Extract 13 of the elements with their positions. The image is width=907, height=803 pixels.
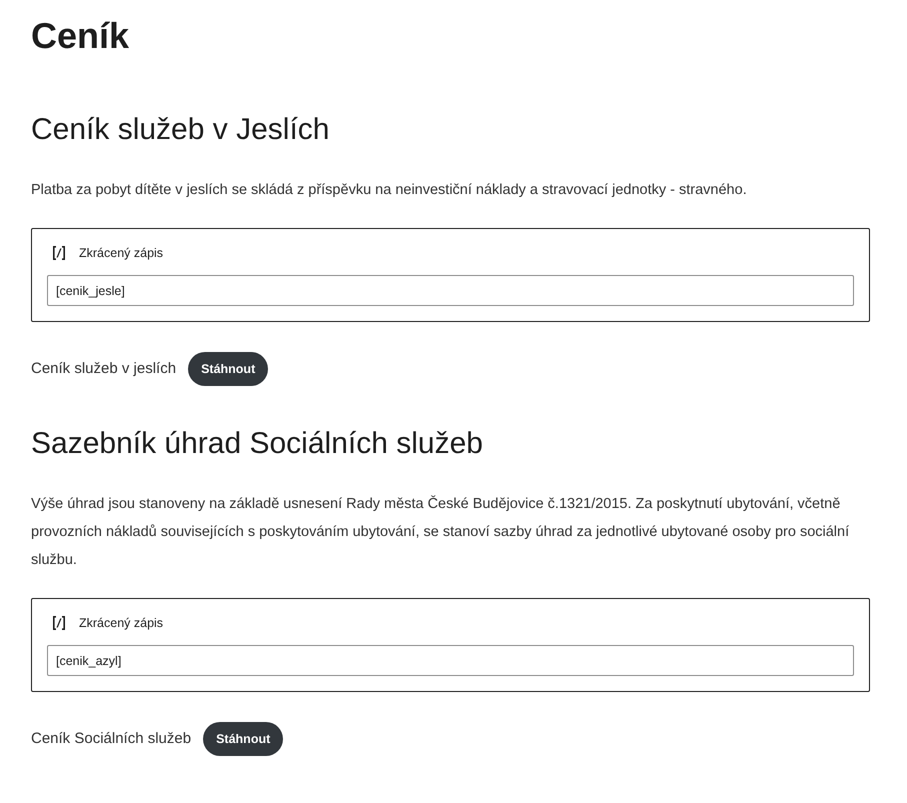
shortcode-field[interactable]: [cenik_jesle] xyxy=(47,275,854,306)
section-paragraph: Platba za pobyt dítěte v jeslích se skládá z příspěvku na neinvestiční náklady a stravovací jednotky - stravného. xyxy=(31,181,748,200)
section-heading: Ceník služeb v Jeslích xyxy=(31,112,330,148)
block-label: Zkrácený zápis xyxy=(79,244,164,262)
download-button[interactable]: Stáhnout xyxy=(203,722,284,756)
section-heading: Sazebník úhrad Sociálních služeb xyxy=(31,426,483,462)
shortcode-field[interactable]: [cenik_azyl] xyxy=(47,645,854,676)
block-label: Zkrácený zápis xyxy=(79,614,164,632)
file-name: Ceník služeb v jeslích xyxy=(31,358,176,379)
file-name: Ceník Sociálních služeb xyxy=(31,728,192,749)
page-title: Ceník xyxy=(31,14,130,58)
download-button[interactable]: Stáhnout xyxy=(188,352,268,386)
section-paragraph: Výše úhrad jsou stanoveny na základě usnesení Rady města České Budějovice č.1321/2015. Za poskytnutí ubytování, včetně provozních nákladů souvisejících s poskytováním ubytování, se stanoví sazby úhrad za jednotlivé ubytované osoby pro sociální službu. xyxy=(31,494,850,570)
